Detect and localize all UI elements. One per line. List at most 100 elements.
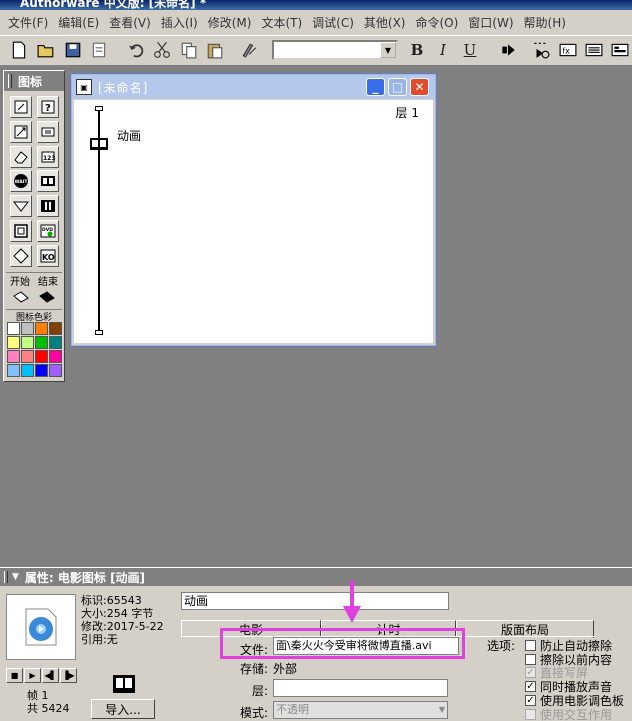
maximize-button[interactable]: □ [388,78,407,96]
storage-label: 存储: [239,662,268,676]
digital-movie-icon[interactable] [90,138,108,150]
menu-file[interactable]: 文件(F) [4,14,52,31]
underline-button[interactable]: U [459,39,481,61]
functions-icon[interactable]: fx [557,39,579,61]
svg-text:fx: fx [562,46,570,55]
layer-field[interactable] [273,679,448,697]
copy-icon[interactable] [178,39,200,61]
interaction-icon[interactable]: ? [37,96,59,118]
new-icon[interactable] [8,39,30,61]
menu-text[interactable]: 文本(T) [257,14,306,31]
chevron-down-icon: ▼ [438,705,445,714]
step-forward-icon[interactable]: ▐▶ [60,668,77,683]
bold-button[interactable]: B [406,39,428,61]
color-swatch[interactable] [21,350,34,363]
stop-icon[interactable]: ■ [6,668,23,683]
palette-title[interactable]: 图标 [4,71,64,91]
icon-palette: 图标 ? 123 WAIT DVD KO 开始 结束 图标色彩 [3,70,65,382]
menu-other[interactable]: 其他(X) [360,14,410,31]
color-swatch[interactable] [49,364,62,377]
decision-icon[interactable] [10,245,32,267]
color-swatch[interactable] [7,336,20,349]
color-swatch[interactable] [21,322,34,335]
flowline-canvas[interactable]: 动画 层 1 [74,100,433,343]
movie-transport: ■ ▶ ◀▌ ▐▶ [6,668,77,683]
variables-icon[interactable] [583,39,605,61]
properties-header[interactable]: ▼ 属性: 电影图标 [动画] [0,568,632,586]
digital-movie-icon [113,675,135,693]
menu-window[interactable]: 窗口(W) [464,14,517,31]
run-icon[interactable] [497,39,519,61]
icon-size: 大小:254 字节 [81,607,154,620]
save-all-icon[interactable] [62,39,84,61]
flowline-window: ▣ [未命名] _ □ ✕ 动画 层 1 [71,74,436,346]
knowledge-object-icon[interactable]: KO [37,245,59,267]
minimize-button[interactable]: _ [366,78,385,96]
find-icon[interactable] [238,39,260,61]
sound-icon[interactable] [37,195,59,217]
import-button[interactable]: 导入... [91,699,155,719]
icon-name-field[interactable]: 动画 [181,592,449,610]
video-icon[interactable]: DVD [37,220,59,242]
menu-view[interactable]: 查看(V) [105,14,155,31]
menu-command[interactable]: 命令(O) [411,14,462,31]
color-swatch[interactable] [21,364,34,377]
control-panel-icon[interactable] [530,39,552,61]
collapse-triangle-icon[interactable]: ▼ [12,572,19,582]
color-swatch[interactable] [49,350,62,363]
flowline-start-cap [95,106,103,111]
end-flag-icon[interactable] [39,290,55,304]
digital-movie-icon[interactable] [37,170,59,192]
step-back-icon[interactable]: ◀▌ [42,668,59,683]
color-swatch[interactable] [7,350,20,363]
undo-icon[interactable] [125,39,147,61]
paste-icon[interactable] [204,39,226,61]
chevron-down-icon[interactable]: ▼ [380,42,396,58]
icon-info: 标识:65543 大小:254 字节 修改:2017-5-22 引用:无 [81,594,164,646]
start-end-labels: 开始 结束 [6,272,62,288]
display-icon[interactable] [10,96,32,118]
close-button[interactable]: ✕ [410,78,429,96]
erase-icon[interactable] [10,146,32,168]
framework-icon[interactable] [10,220,32,242]
italic-button[interactable]: I [432,39,454,61]
color-swatch[interactable] [49,322,62,335]
color-swatch[interactable] [35,336,48,349]
color-swatch[interactable] [21,336,34,349]
mode-select: 不透明 ▼ [273,701,448,719]
media-file-icon [25,608,57,646]
menu-modify[interactable]: 修改(M) [204,14,256,31]
start-flag-icon[interactable] [13,290,29,304]
total-frames: 共 5424 [27,702,70,715]
start-end-flags [8,287,60,307]
menu-debug[interactable]: 调试(C) [308,14,358,31]
knowledge-objects-icon[interactable] [609,39,631,61]
color-swatch[interactable] [49,336,62,349]
text-style-combo[interactable]: ▼ [272,40,398,60]
map-icon[interactable]: 123 [37,146,59,168]
palette-title-label: 图标 [18,74,43,89]
play-icon[interactable]: ▶ [24,668,41,683]
color-swatch[interactable] [7,322,20,335]
flowline-window-titlebar[interactable]: ▣ [未命名] _ □ ✕ [72,75,435,99]
svg-text:?: ? [45,103,51,114]
color-swatch[interactable] [35,350,48,363]
menu-edit[interactable]: 编辑(E) [54,14,103,31]
storage-value: 外部 [273,662,298,676]
flow-icon-label[interactable]: 动画 [117,127,141,144]
icon-color-label: 图标色彩 [6,309,62,323]
motion-icon[interactable] [10,121,32,143]
navigate-icon[interactable] [10,195,32,217]
menu-help[interactable]: 帮助(H) [520,14,570,31]
open-icon[interactable] [35,39,57,61]
import-icon[interactable] [88,39,110,61]
color-swatch[interactable] [35,364,48,377]
menu-bar: 文件(F) 编辑(E) 查看(V) 插入(I) 修改(M) 文本(T) 调试(C… [0,10,632,36]
color-swatch[interactable] [7,364,20,377]
color-swatch[interactable] [35,322,48,335]
wait-icon[interactable]: WAIT [10,170,32,192]
cut-icon[interactable] [151,39,173,61]
menu-insert[interactable]: 插入(I) [157,14,202,31]
calculation-icon[interactable] [37,121,59,143]
flowline-window-title: [未命名] [98,80,149,95]
